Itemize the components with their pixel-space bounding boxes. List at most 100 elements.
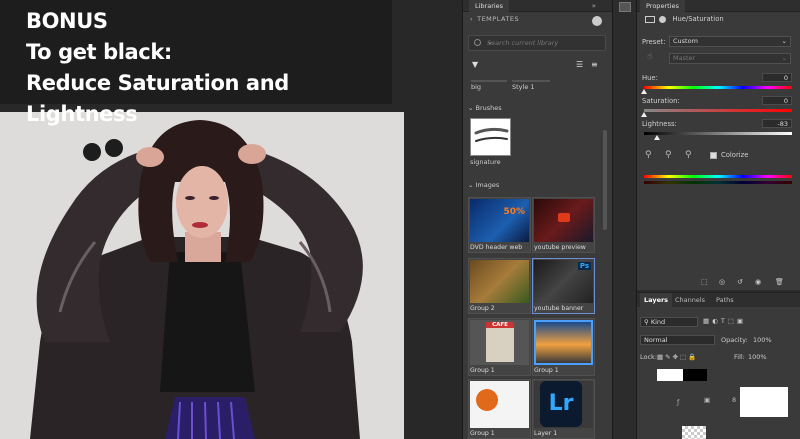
brushes-section[interactable]: ⌄ Brushes bbox=[468, 104, 502, 112]
mask-icon bbox=[659, 15, 667, 23]
avatar[interactable] bbox=[592, 16, 602, 26]
tab-properties[interactable]: Properties bbox=[640, 0, 685, 12]
image-thumb: Ps bbox=[534, 260, 593, 303]
search-icon: ⚲ bbox=[644, 318, 651, 326]
image-card-group-1b[interactable]: Group 1 bbox=[532, 318, 595, 376]
colorize-label: Colorize bbox=[721, 151, 749, 159]
document-canvas[interactable] bbox=[0, 112, 404, 439]
saturation-input[interactable]: 0 bbox=[762, 96, 792, 105]
trash-icon[interactable]: 🗑 bbox=[775, 278, 784, 288]
layer-filter-select[interactable]: ⚲ Kind bbox=[640, 317, 698, 327]
brush-thumbnail[interactable] bbox=[470, 118, 511, 156]
clip-to-layer-icon[interactable]: ⬚ bbox=[701, 278, 708, 288]
blend-mode-value: Normal bbox=[644, 336, 668, 344]
view-previous-icon[interactable]: ◎ bbox=[719, 278, 725, 288]
library-title: TEMPLATES bbox=[477, 15, 520, 23]
image-card-group-2[interactable]: Group 2 bbox=[468, 258, 531, 314]
library-name[interactable]: ‹ TEMPLATES bbox=[470, 15, 519, 23]
fill-label: Fill: bbox=[734, 353, 745, 361]
fill-input[interactable]: 100% bbox=[748, 353, 767, 361]
sort-icon[interactable]: ☰ bbox=[576, 60, 583, 69]
colorize-checkbox[interactable] bbox=[710, 152, 717, 159]
image-thumb bbox=[470, 381, 529, 428]
hue-slider-knob[interactable] bbox=[641, 89, 647, 94]
opacity-input[interactable]: 100% bbox=[753, 336, 772, 344]
lock-icons[interactable]: ▦✎✥⬚🔒 bbox=[657, 353, 698, 361]
list-view-icon[interactable]: ≡ bbox=[591, 60, 598, 69]
chevron-left-icon[interactable]: ‹ bbox=[470, 15, 473, 23]
eyedropper-icon[interactable]: ⚲ bbox=[645, 150, 652, 160]
hand-target-icon[interactable]: ☝ bbox=[647, 52, 652, 62]
filter-type-icons[interactable]: ▦◐T⬚▣ bbox=[703, 317, 746, 325]
image-label: Group 1 bbox=[470, 367, 495, 374]
chain-icon: 8 bbox=[732, 396, 737, 404]
lightroom-icon: Lr bbox=[540, 381, 582, 427]
libraries-tabbar: Libraries » bbox=[463, 0, 612, 12]
visibility-eye-icon[interactable]: ◉ bbox=[755, 278, 761, 288]
chip-big[interactable]: big bbox=[471, 80, 507, 92]
image-thumb: CAFE bbox=[470, 320, 529, 365]
tab-paths[interactable]: Paths bbox=[712, 293, 738, 307]
image-label: youtube preview bbox=[534, 244, 586, 251]
hue-label: Hue: bbox=[642, 74, 658, 82]
chevron-down-icon: ⌄ bbox=[781, 37, 787, 45]
blend-mode-select[interactable]: Normal bbox=[640, 335, 715, 345]
preset-value: Custom bbox=[673, 37, 698, 45]
tab-layers[interactable]: Layers bbox=[640, 293, 673, 307]
lightness-slider[interactable] bbox=[644, 132, 792, 140]
channel-select[interactable]: Master ⌄ bbox=[669, 53, 791, 64]
libraries-scrollbar[interactable] bbox=[603, 130, 607, 230]
brush-stroke-icon bbox=[474, 127, 509, 142]
hue-spectrum-bar bbox=[644, 175, 792, 178]
logo-graphic bbox=[476, 389, 498, 411]
eyedropper-plus-icon[interactable]: ⚲ bbox=[665, 150, 672, 160]
chip-style-1[interactable]: Style 1 bbox=[512, 80, 550, 92]
tab-libraries[interactable]: Libraries bbox=[469, 0, 510, 12]
adjustment-layer-icon: ▣ bbox=[704, 396, 711, 404]
bonus-caption: BONUS To get black: Reduce Saturation an… bbox=[0, 0, 392, 126]
image-thumb: 50% bbox=[470, 199, 529, 242]
properties-tabbar: Properties bbox=[637, 0, 800, 12]
images-section[interactable]: ⌄ Images bbox=[468, 181, 499, 189]
search-input[interactable]: Search current library ⌄ bbox=[468, 35, 606, 51]
channel-value: Master bbox=[673, 54, 696, 62]
brush-label: signature bbox=[470, 158, 501, 166]
hue-slider[interactable] bbox=[641, 86, 792, 94]
eyedropper-minus-icon[interactable]: ⚲ bbox=[685, 150, 692, 160]
caption-line-2: To get black: bbox=[26, 40, 172, 64]
lock-label: Lock: bbox=[640, 353, 658, 361]
image-thumb: Lr bbox=[534, 381, 593, 428]
lightness-input[interactable]: -83 bbox=[762, 119, 792, 128]
thumb-text: CAFE bbox=[486, 322, 514, 328]
layer-mask-white[interactable] bbox=[740, 387, 788, 417]
caption-line-1: BONUS bbox=[26, 9, 108, 33]
image-card-youtube-banner[interactable]: Ps youtube banner bbox=[532, 258, 595, 314]
saturation-slider-knob[interactable] bbox=[641, 112, 647, 117]
thumb-text: 50% bbox=[503, 207, 525, 217]
layers-panel: Layers Channels Paths ⚲ Kind ▦◐T⬚▣ Norma… bbox=[637, 292, 800, 439]
preset-select[interactable]: Custom ⌄ bbox=[669, 36, 791, 47]
image-card-group-1c[interactable]: Group 1 bbox=[468, 379, 531, 439]
reset-icon[interactable]: ↺ bbox=[737, 278, 743, 288]
collapse-icon[interactable]: » bbox=[592, 0, 596, 12]
image-label: Group 1 bbox=[534, 367, 559, 374]
filter-icon[interactable]: ▼ bbox=[472, 60, 478, 69]
image-card-layer-1[interactable]: Lr Layer 1 bbox=[532, 379, 595, 439]
image-card-youtube-preview[interactable]: youtube preview bbox=[532, 197, 595, 253]
adjustment-layer-icon bbox=[645, 15, 655, 23]
preset-label: Preset: bbox=[642, 38, 666, 46]
properties-toggle-icon[interactable] bbox=[619, 2, 631, 12]
transparent-layer-thumbnail[interactable] bbox=[682, 426, 706, 439]
image-label: Group 1 bbox=[470, 430, 495, 437]
image-card-dvd-header[interactable]: 50% DVD header web bbox=[468, 197, 531, 253]
tab-channels[interactable]: Channels bbox=[671, 293, 709, 307]
lightness-slider-knob[interactable] bbox=[653, 135, 660, 140]
hue-input[interactable]: 0 bbox=[762, 73, 792, 82]
search-icon bbox=[474, 39, 481, 46]
image-card-group-1[interactable]: CAFE Group 1 bbox=[468, 318, 531, 376]
chevron-down-icon[interactable]: ⌄ bbox=[487, 38, 601, 46]
saturation-slider[interactable] bbox=[641, 109, 792, 117]
saturation-label: Saturation: bbox=[642, 97, 680, 105]
panel-icon-strip bbox=[612, 0, 637, 439]
adjustment-header: Hue/Saturation bbox=[645, 15, 724, 23]
